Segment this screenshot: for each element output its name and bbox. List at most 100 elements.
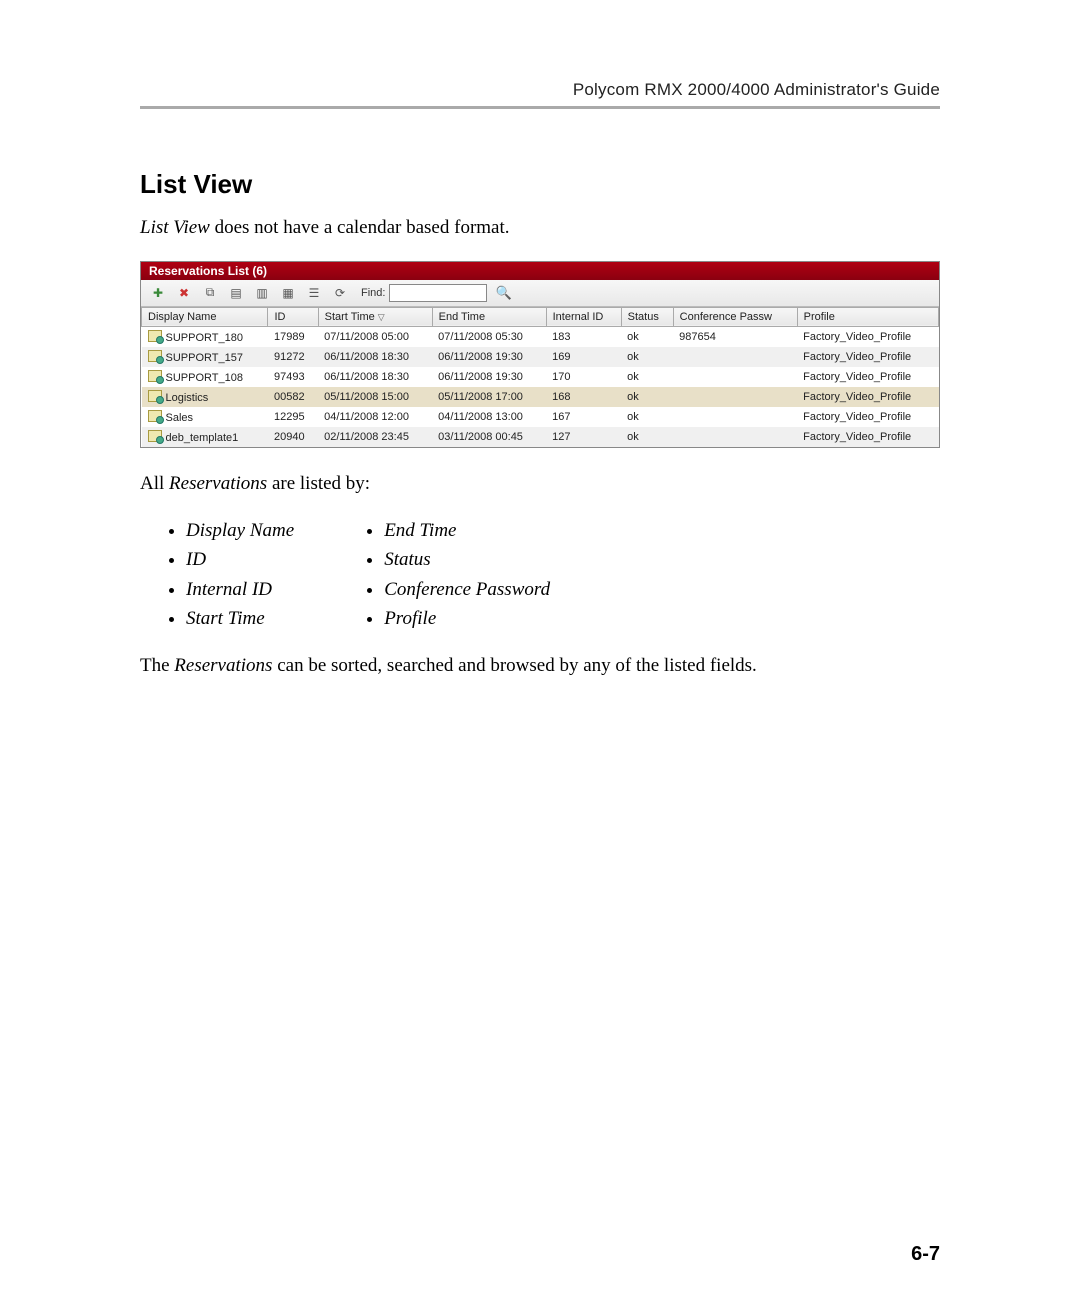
listed-by-paragraph: All Reservations are listed by: — [140, 470, 940, 499]
table-cell: 06/11/2008 19:30 — [432, 367, 546, 387]
listed-rest: are listed by: — [267, 473, 370, 494]
reservations-table: Display NameIDStart Time▽End TimeInterna… — [141, 307, 939, 447]
field-bullets: Display NameIDInternal IDStart Time End … — [166, 516, 940, 634]
table-cell: 91272 — [268, 347, 318, 367]
table-cell: 00582 — [268, 387, 318, 407]
column-header[interactable]: Internal ID — [546, 307, 621, 326]
field-bullet: Profile — [384, 604, 550, 633]
table-cell: 06/11/2008 19:30 — [432, 347, 546, 367]
intro-paragraph: List View does not have a calendar based… — [140, 214, 940, 243]
table-cell: ok — [621, 407, 673, 427]
reservation-icon — [148, 430, 162, 442]
table-cell: SUPPORT_108 — [142, 367, 268, 387]
table-row[interactable]: SUPPORT_1801798907/11/2008 05:0007/11/20… — [142, 326, 939, 347]
table-cell: 03/11/2008 00:45 — [432, 427, 546, 447]
reservation-icon — [148, 350, 162, 362]
table-cell: ok — [621, 347, 673, 367]
column-header[interactable]: ID — [268, 307, 318, 326]
reservation-icon — [148, 410, 162, 422]
section-heading: List View — [140, 169, 940, 200]
table-cell: 183 — [546, 326, 621, 347]
footer-rest: can be sorted, searched and browsed by a… — [272, 655, 756, 676]
table-cell: 170 — [546, 367, 621, 387]
table-row[interactable]: Logistics0058205/11/2008 15:0005/11/2008… — [142, 387, 939, 407]
table-cell: 168 — [546, 387, 621, 407]
table-cell: 169 — [546, 347, 621, 367]
table-cell: Logistics — [142, 387, 268, 407]
table-cell: 20940 — [268, 427, 318, 447]
new-reservation-icon[interactable]: ✚ — [147, 283, 169, 303]
field-bullet: Internal ID — [186, 575, 294, 604]
search-icon[interactable]: 🔍 — [495, 285, 511, 301]
list-view-icon[interactable]: ☰ — [303, 283, 325, 303]
intro-italic: List View — [140, 217, 210, 238]
guide-title: Polycom RMX 2000/4000 Administrator's Gu… — [140, 80, 940, 100]
table-cell: Sales — [142, 407, 268, 427]
field-bullet: ID — [186, 545, 294, 574]
table-cell — [673, 427, 797, 447]
column-header[interactable]: Conference Passw — [673, 307, 797, 326]
page-number: 6-7 — [911, 1243, 940, 1266]
table-cell: ok — [621, 326, 673, 347]
table-cell: Factory_Video_Profile — [797, 407, 938, 427]
table-cell: deb_template1 — [142, 427, 268, 447]
table-cell — [673, 407, 797, 427]
table-row[interactable]: SUPPORT_1089749306/11/2008 18:3006/11/20… — [142, 367, 939, 387]
table-cell: 167 — [546, 407, 621, 427]
table-cell — [673, 367, 797, 387]
table-cell: Factory_Video_Profile — [797, 326, 938, 347]
calendar-week-icon[interactable]: ▥ — [251, 283, 273, 303]
calendar-month-icon[interactable]: ▦ — [277, 283, 299, 303]
field-bullet: Start Time — [186, 604, 294, 633]
panel-toolbar: ✚ ✖ ⧉ ▤ ▥ ▦ ☰ ⟳ Find: 🔍 — [141, 280, 939, 307]
table-cell — [673, 387, 797, 407]
column-header[interactable]: Display Name — [142, 307, 268, 326]
table-cell: 04/11/2008 13:00 — [432, 407, 546, 427]
table-row[interactable]: Sales1229504/11/2008 12:0004/11/2008 13:… — [142, 407, 939, 427]
field-bullet: Status — [384, 545, 550, 574]
table-cell: SUPPORT_180 — [142, 326, 268, 347]
table-row[interactable]: deb_template12094002/11/2008 23:4503/11/… — [142, 427, 939, 447]
table-cell: 07/11/2008 05:30 — [432, 326, 546, 347]
sort-desc-icon: ▽ — [378, 312, 385, 322]
field-bullet: End Time — [384, 516, 550, 545]
delete-icon[interactable]: ✖ — [173, 283, 195, 303]
field-bullet: Display Name — [186, 516, 294, 545]
reservation-icon — [148, 330, 162, 342]
header-rule — [140, 106, 940, 109]
table-cell: 02/11/2008 23:45 — [318, 427, 432, 447]
copy-icon[interactable]: ⧉ — [199, 283, 221, 303]
column-header[interactable]: End Time — [432, 307, 546, 326]
reservation-icon — [148, 390, 162, 402]
refresh-icon[interactable]: ⟳ — [329, 283, 351, 303]
table-cell: 07/11/2008 05:00 — [318, 326, 432, 347]
table-cell: 05/11/2008 17:00 — [432, 387, 546, 407]
table-cell — [673, 347, 797, 367]
table-cell: Factory_Video_Profile — [797, 427, 938, 447]
table-cell: 12295 — [268, 407, 318, 427]
table-cell: Factory_Video_Profile — [797, 367, 938, 387]
table-cell: 97493 — [268, 367, 318, 387]
footer-paragraph: The Reservations can be sorted, searched… — [140, 652, 940, 681]
table-cell: 06/11/2008 18:30 — [318, 367, 432, 387]
reservation-icon — [148, 370, 162, 382]
calendar-day-icon[interactable]: ▤ — [225, 283, 247, 303]
listed-italic: Reservations — [169, 473, 267, 494]
table-row[interactable]: SUPPORT_1579127206/11/2008 18:3006/11/20… — [142, 347, 939, 367]
table-cell: Factory_Video_Profile — [797, 347, 938, 367]
table-cell: 05/11/2008 15:00 — [318, 387, 432, 407]
panel-title: Reservations List (6) — [141, 262, 939, 280]
table-cell: Factory_Video_Profile — [797, 387, 938, 407]
table-cell: 17989 — [268, 326, 318, 347]
find-input[interactable] — [389, 284, 487, 302]
reservations-panel: Reservations List (6) ✚ ✖ ⧉ ▤ ▥ ▦ ☰ ⟳ Fi… — [140, 261, 940, 448]
column-header[interactable]: Start Time▽ — [318, 307, 432, 326]
field-bullet: Conference Password — [384, 575, 550, 604]
find-label: Find: — [361, 287, 385, 299]
table-cell: 987654 — [673, 326, 797, 347]
table-cell: 06/11/2008 18:30 — [318, 347, 432, 367]
column-header[interactable]: Profile — [797, 307, 938, 326]
table-cell: ok — [621, 367, 673, 387]
column-header[interactable]: Status — [621, 307, 673, 326]
footer-prefix: The — [140, 655, 174, 676]
